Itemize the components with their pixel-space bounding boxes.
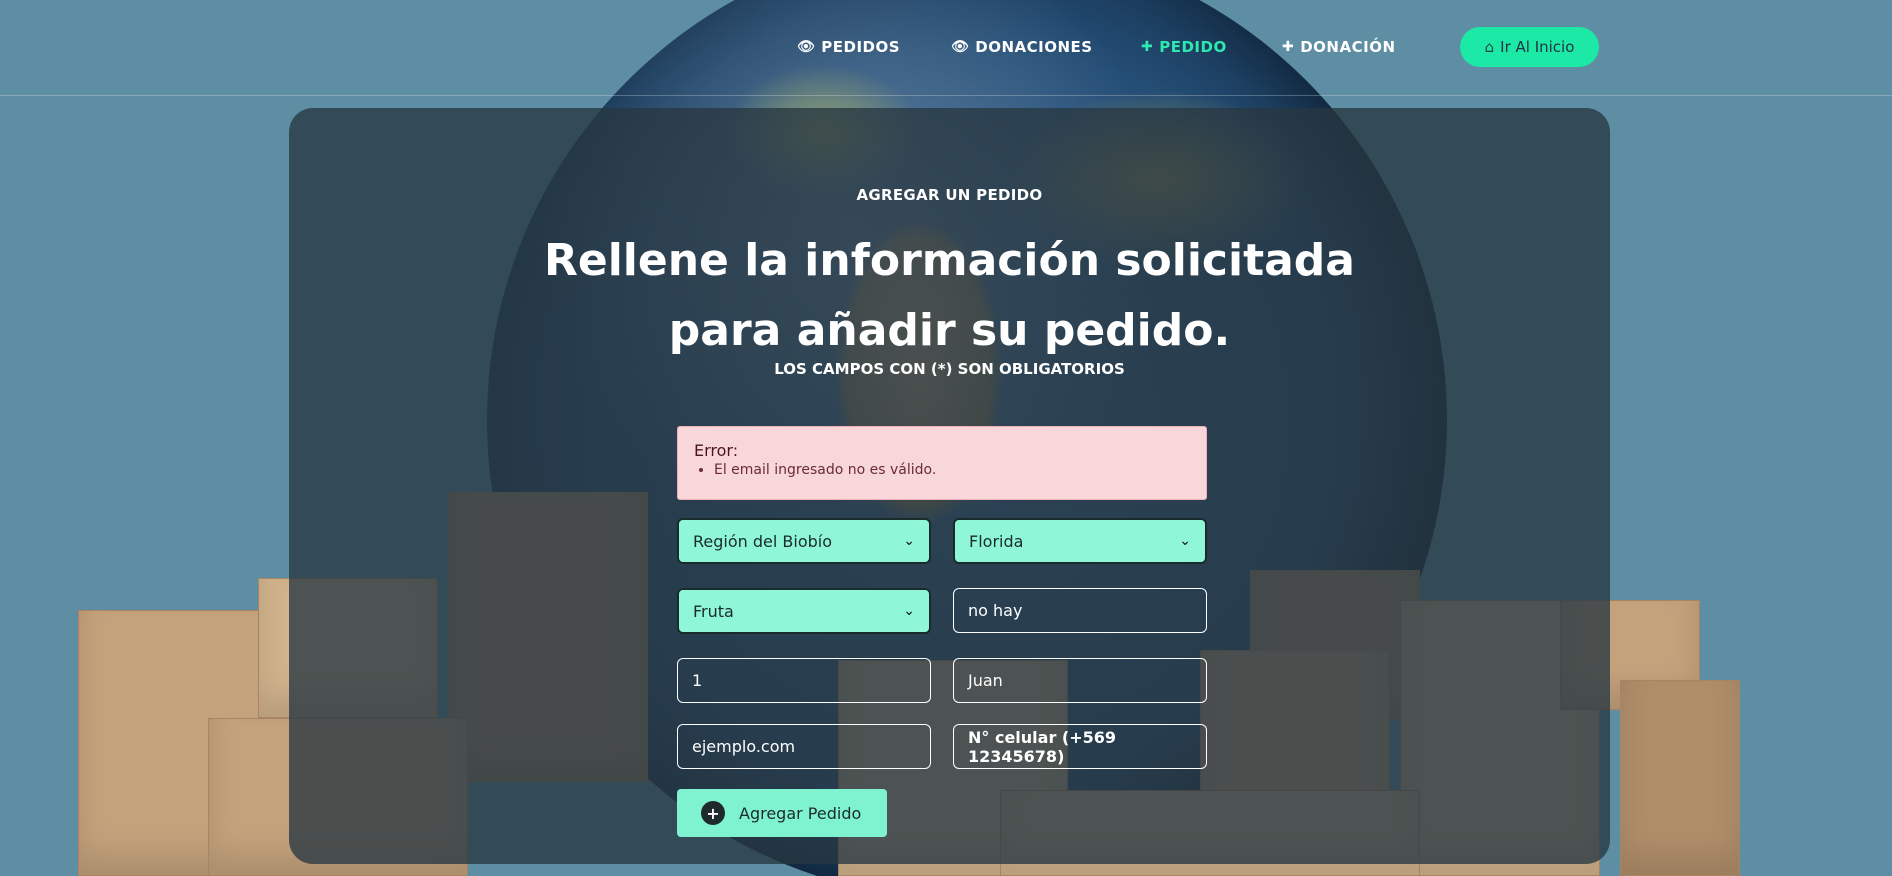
descripcion-input[interactable]: no hay bbox=[953, 588, 1207, 633]
home-button-label: Ir Al Inicio bbox=[1500, 38, 1575, 56]
region-select-value: Región del Biobío bbox=[693, 531, 832, 551]
comuna-select[interactable]: Florida ⌄ bbox=[953, 518, 1207, 564]
plus-circle-icon: + bbox=[701, 801, 725, 825]
add-pedido-button[interactable]: + Agregar Pedido bbox=[677, 789, 887, 837]
celular-input-placeholder: N° celular (+569 12345678) bbox=[968, 727, 1117, 766]
form-panel: AGREGAR UN PEDIDO Rellene la información… bbox=[289, 108, 1610, 864]
chevron-down-icon: ⌄ bbox=[903, 533, 915, 549]
celular-input[interactable]: N° celular (+569 12345678) bbox=[953, 724, 1207, 769]
cantidad-input[interactable]: 1 bbox=[677, 658, 931, 703]
nombre-input-value: Juan bbox=[968, 671, 1003, 690]
page-title-line1: Rellene la información solicitada bbox=[543, 235, 1355, 286]
page-title: Rellene la información solicitada para a… bbox=[289, 226, 1610, 366]
error-message: El email ingresado no es válido. bbox=[714, 462, 1190, 478]
nav-add-donacion-label: DONACIÓN bbox=[1300, 38, 1396, 56]
region-select[interactable]: Región del Biobío ⌄ bbox=[677, 518, 931, 564]
plus-icon: ✚ bbox=[1282, 39, 1295, 55]
error-title: Error: bbox=[694, 441, 739, 460]
top-navigation: 👁 PEDIDOS 👁 DONACIONES ✚ PEDIDO ✚ DONACI… bbox=[0, 0, 1892, 96]
home-icon: ⌂ bbox=[1484, 38, 1495, 56]
nav-add-pedido-link[interactable]: ✚ PEDIDO bbox=[1141, 38, 1227, 56]
nav-donaciones-link[interactable]: 👁 DONACIONES bbox=[951, 38, 1093, 56]
nav-donaciones-label: DONACIONES bbox=[975, 38, 1093, 56]
tipo-select[interactable]: Fruta ⌄ bbox=[677, 588, 931, 634]
nombre-input[interactable]: Juan bbox=[953, 658, 1207, 703]
nav-pedidos-label: PEDIDOS bbox=[821, 38, 901, 56]
email-input[interactable]: ejemplo.com bbox=[677, 724, 931, 769]
eye-icon: 👁 bbox=[951, 39, 970, 55]
eye-icon: 👁 bbox=[797, 39, 816, 55]
plus-icon: ✚ bbox=[1141, 39, 1154, 55]
nav-add-pedido-label: PEDIDO bbox=[1159, 38, 1227, 56]
form-kicker: AGREGAR UN PEDIDO bbox=[856, 186, 1043, 204]
required-fields-note: LOS CAMPOS CON (*) SON OBLIGATORIOS bbox=[774, 360, 1125, 378]
box-image bbox=[1620, 680, 1740, 876]
nav-pedidos-link[interactable]: 👁 PEDIDOS bbox=[797, 38, 900, 56]
tipo-select-value: Fruta bbox=[693, 601, 734, 621]
descripcion-input-value: no hay bbox=[968, 601, 1023, 620]
comuna-select-value: Florida bbox=[969, 531, 1024, 551]
email-input-value: ejemplo.com bbox=[692, 737, 796, 756]
add-pedido-button-label: Agregar Pedido bbox=[739, 803, 862, 823]
chevron-down-icon: ⌄ bbox=[1179, 533, 1191, 549]
cantidad-input-value: 1 bbox=[692, 671, 703, 690]
home-button[interactable]: ⌂ Ir Al Inicio bbox=[1460, 27, 1599, 67]
nav-add-donacion-link[interactable]: ✚ DONACIÓN bbox=[1282, 38, 1396, 56]
page-title-line2: para añadir su pedido. bbox=[668, 305, 1231, 356]
error-list: El email ingresado no es válido. bbox=[694, 462, 1190, 478]
chevron-down-icon: ⌄ bbox=[903, 603, 915, 619]
error-alert: Error: El email ingresado no es válido. bbox=[677, 426, 1207, 500]
